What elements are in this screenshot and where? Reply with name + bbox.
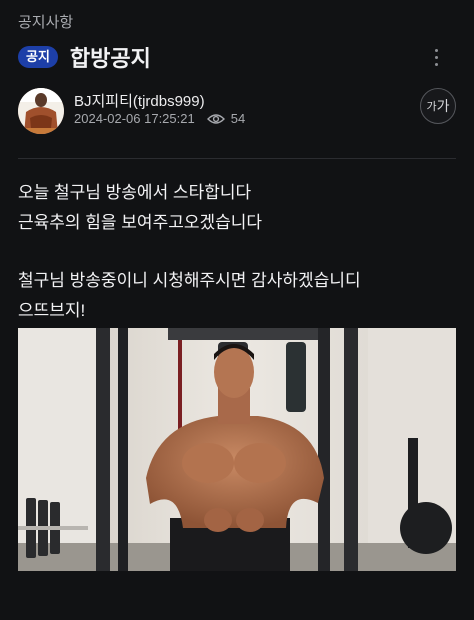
post-datetime: 2024-02-06 17:25:21 bbox=[74, 111, 195, 126]
view-count: 54 bbox=[230, 111, 246, 126]
content-line: 철구님 방송중이니 시청해주시면 감사하겠습니디 bbox=[18, 271, 361, 290]
post-title: 합방공지 bbox=[69, 46, 151, 71]
content-line: 오늘 철구님 방송에서 스타합니다 bbox=[18, 183, 252, 202]
avatar[interactable] bbox=[18, 88, 64, 134]
post-header: 공지 합방공지 bbox=[18, 42, 456, 72]
content-line: 으뜨브지! bbox=[18, 301, 86, 320]
author-info: BJ지피티(tjrdbs999) 2024-02-06 17:25:21 54 … bbox=[18, 88, 456, 136]
eye-icon bbox=[206, 113, 225, 124]
content-line bbox=[18, 238, 456, 266]
font-size-button[interactable]: 가가 bbox=[420, 88, 456, 124]
content-line: 근육추의 힘을 보여주고오겠습니다 bbox=[18, 213, 263, 232]
post-content: 오늘 철구님 방송에서 스타합니다 근육추의 힘을 보여주고오겠습니다 철구님 … bbox=[18, 178, 456, 326]
post-image[interactable] bbox=[18, 328, 456, 571]
author-name[interactable]: BJ지피티(tjrdbs999) bbox=[74, 90, 205, 111]
font-size-small-label: 가 bbox=[426, 101, 437, 113]
post-meta: 2024-02-06 17:25:21 54 bbox=[74, 111, 245, 126]
breadcrumb[interactable]: 공지사항 bbox=[18, 11, 73, 32]
font-size-large-label: 가 bbox=[436, 98, 450, 114]
more-vertical-icon[interactable] bbox=[426, 44, 446, 70]
notice-badge: 공지 bbox=[18, 46, 58, 68]
divider bbox=[18, 158, 456, 159]
post-page: 공지사항 공지 합방공지 BJ지피티(tjrdbs999) 2024-02-06… bbox=[0, 0, 474, 620]
